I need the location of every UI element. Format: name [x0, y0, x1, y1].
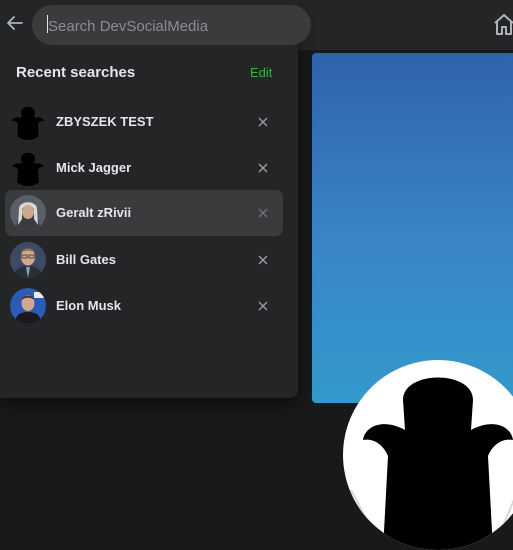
geralt-photo-icon [10, 195, 46, 231]
silhouette-avatar-icon [10, 150, 46, 186]
recent-searches-heading: Recent searches [16, 64, 136, 81]
back-button[interactable] [4, 12, 26, 34]
close-icon [258, 117, 268, 127]
cover-photo [312, 53, 513, 403]
remove-button[interactable] [253, 296, 273, 316]
avatar [10, 242, 46, 278]
recent-search-item[interactable]: ZBYSZEK TEST [5, 99, 283, 145]
recent-search-item[interactable]: Elon Musk [5, 283, 283, 329]
avatar [10, 104, 46, 140]
remove-button[interactable] [253, 203, 273, 223]
home-icon[interactable] [493, 12, 513, 36]
close-icon [258, 208, 268, 218]
recent-search-name: ZBYSZEK TEST [56, 114, 154, 129]
recent-search-name: Mick Jagger [56, 160, 132, 175]
recent-search-item[interactable]: Geralt zRivii [5, 190, 283, 236]
elon-musk-photo-icon [10, 288, 46, 324]
close-icon [258, 163, 268, 173]
arrow-left-icon [7, 16, 23, 30]
search-dropdown: Recent searches Edit ZBYSZEK TEST Mick J… [0, 0, 311, 398]
avatar [10, 195, 46, 231]
profile-avatar [343, 360, 513, 550]
close-icon [258, 301, 268, 311]
remove-button[interactable] [253, 112, 273, 132]
close-icon [258, 255, 268, 265]
silhouette-avatar-icon [350, 377, 513, 550]
recent-search-name: Elon Musk [56, 298, 122, 313]
bill-gates-photo-icon [10, 242, 46, 278]
search-input[interactable] [46, 5, 300, 47]
silhouette-avatar-icon [10, 104, 46, 140]
avatar [10, 150, 46, 186]
recent-search-name: Bill Gates [56, 252, 116, 267]
recent-search-item[interactable]: Bill Gates [5, 237, 283, 283]
recent-search-name: Geralt zRivii [56, 205, 132, 220]
search-field[interactable] [32, 5, 311, 47]
edit-link[interactable]: Edit [250, 65, 272, 80]
avatar [10, 288, 46, 324]
recent-search-item[interactable]: Mick Jagger [5, 145, 283, 191]
remove-button[interactable] [253, 158, 273, 178]
remove-button[interactable] [253, 250, 273, 270]
text-cursor [47, 15, 48, 33]
